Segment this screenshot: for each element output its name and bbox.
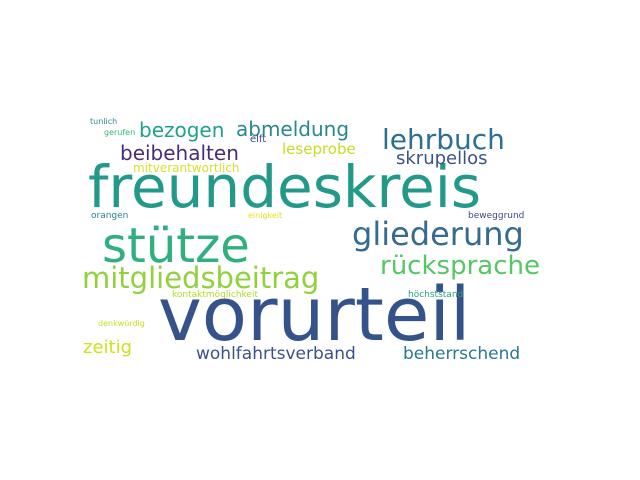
word-rucksprache: rücksprache	[380, 251, 540, 281]
word-leseprobe: leseprobe	[282, 140, 356, 158]
word-kontaktmoglichkeit: kontaktmöglichkeit	[172, 290, 258, 300]
word-tunlich: tunlich	[90, 117, 118, 126]
word-wohlfahrtsverband: wohlfahrtsverband	[196, 344, 356, 364]
word-elft: elft	[250, 134, 267, 145]
word-denkwurdig: denkwürdig	[98, 319, 145, 328]
word-bezogen: bezogen	[139, 118, 225, 142]
word-mitverantwortlich: mitverantwortlich	[133, 161, 240, 175]
word-orangen: orangen	[91, 211, 129, 221]
word-zeitig: zeitig	[83, 337, 133, 358]
word-skrupellos: skrupellos	[396, 148, 488, 169]
word-mitgliedsbeitrag: mitgliedsbeitrag	[82, 261, 320, 295]
word-einigkeit: einigkeit	[248, 211, 283, 220]
word-cloud: vorurteil freundeskreis stütze gliederun…	[0, 0, 640, 480]
word-beweggrund: beweggrund	[468, 211, 525, 221]
word-gerufen: gerufen	[104, 128, 136, 137]
word-gliederung: gliederung	[352, 215, 524, 253]
word-hochststand: höchststand	[408, 290, 464, 300]
word-beibehalten: beibehalten	[120, 141, 239, 165]
word-beherrschend: beherrschend	[403, 344, 521, 364]
